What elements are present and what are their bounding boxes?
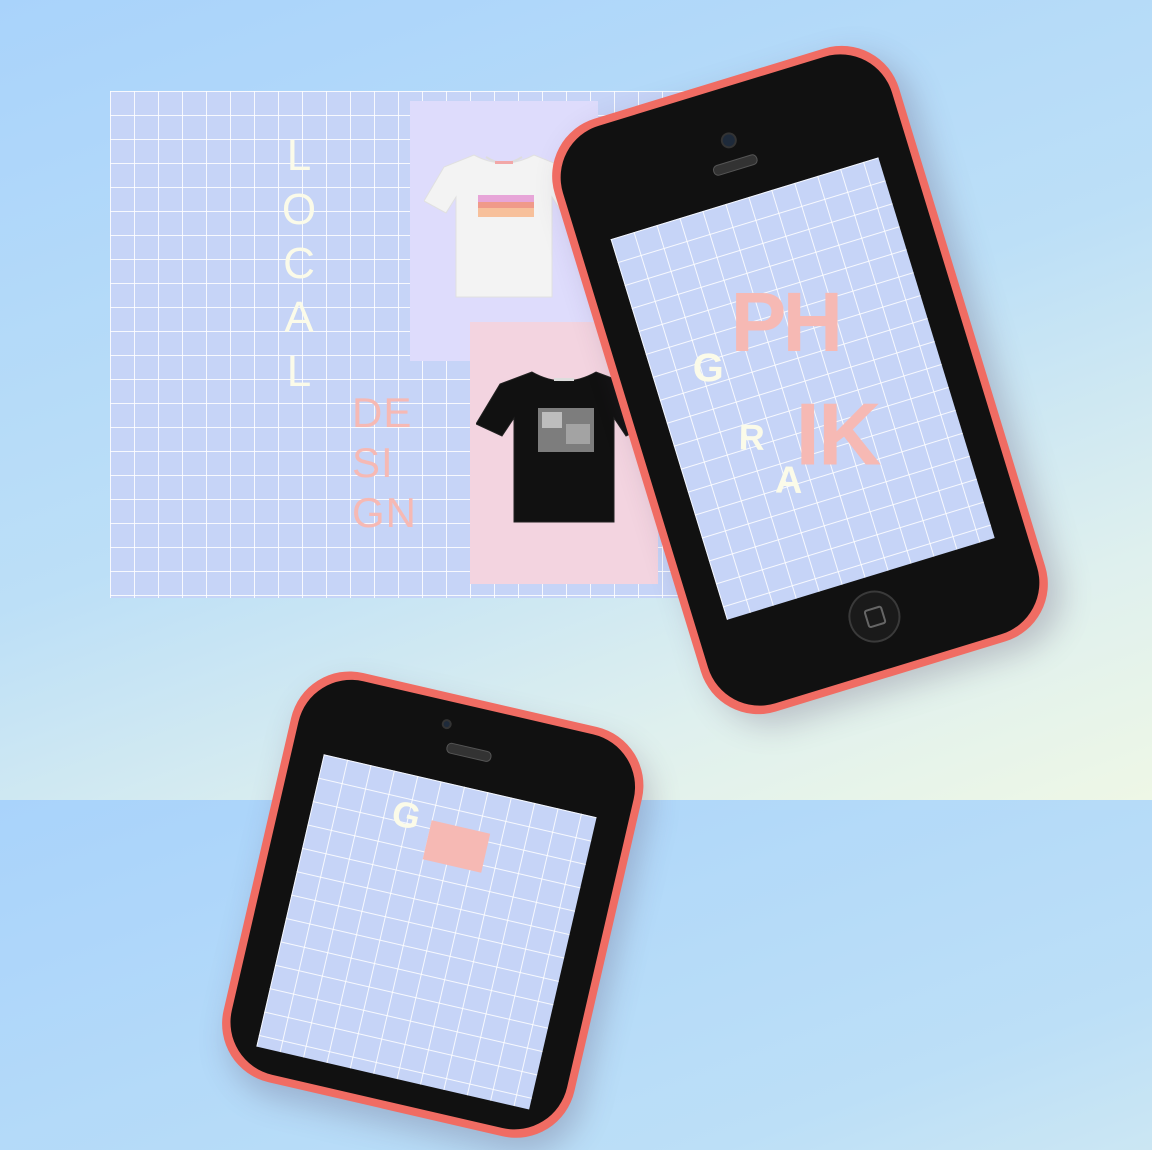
phone-front-panel: G [219,669,646,1141]
phone-bottom: G [210,659,656,1150]
camera-icon [440,718,453,731]
local-letter: LOCAL [281,131,317,396]
phone-front-panel: G PH R IK A [547,40,1053,720]
design-line-3: GN [352,489,417,536]
phone-main: G PH R IK A [537,30,1063,730]
design-text: DE SI GN [352,388,417,538]
screen-letter-r: R [738,416,766,458]
screen-letters-ik: IK [795,384,880,484]
speaker-icon [445,741,493,763]
phone-screen: G [256,754,597,1110]
screen-pink-shape [422,820,491,873]
screen-letter-g: G [692,346,725,391]
design-line-2: SI [352,439,394,486]
screen-letter-a: A [774,459,803,502]
screen-letters-ph: PH [730,274,840,369]
local-vertical-text: LOCAL [279,129,319,399]
camera-icon [718,130,739,151]
speaker-icon [711,153,759,178]
screen-letter-g: G [388,791,425,838]
home-button[interactable] [841,584,907,650]
design-line-1: DE [352,389,413,436]
